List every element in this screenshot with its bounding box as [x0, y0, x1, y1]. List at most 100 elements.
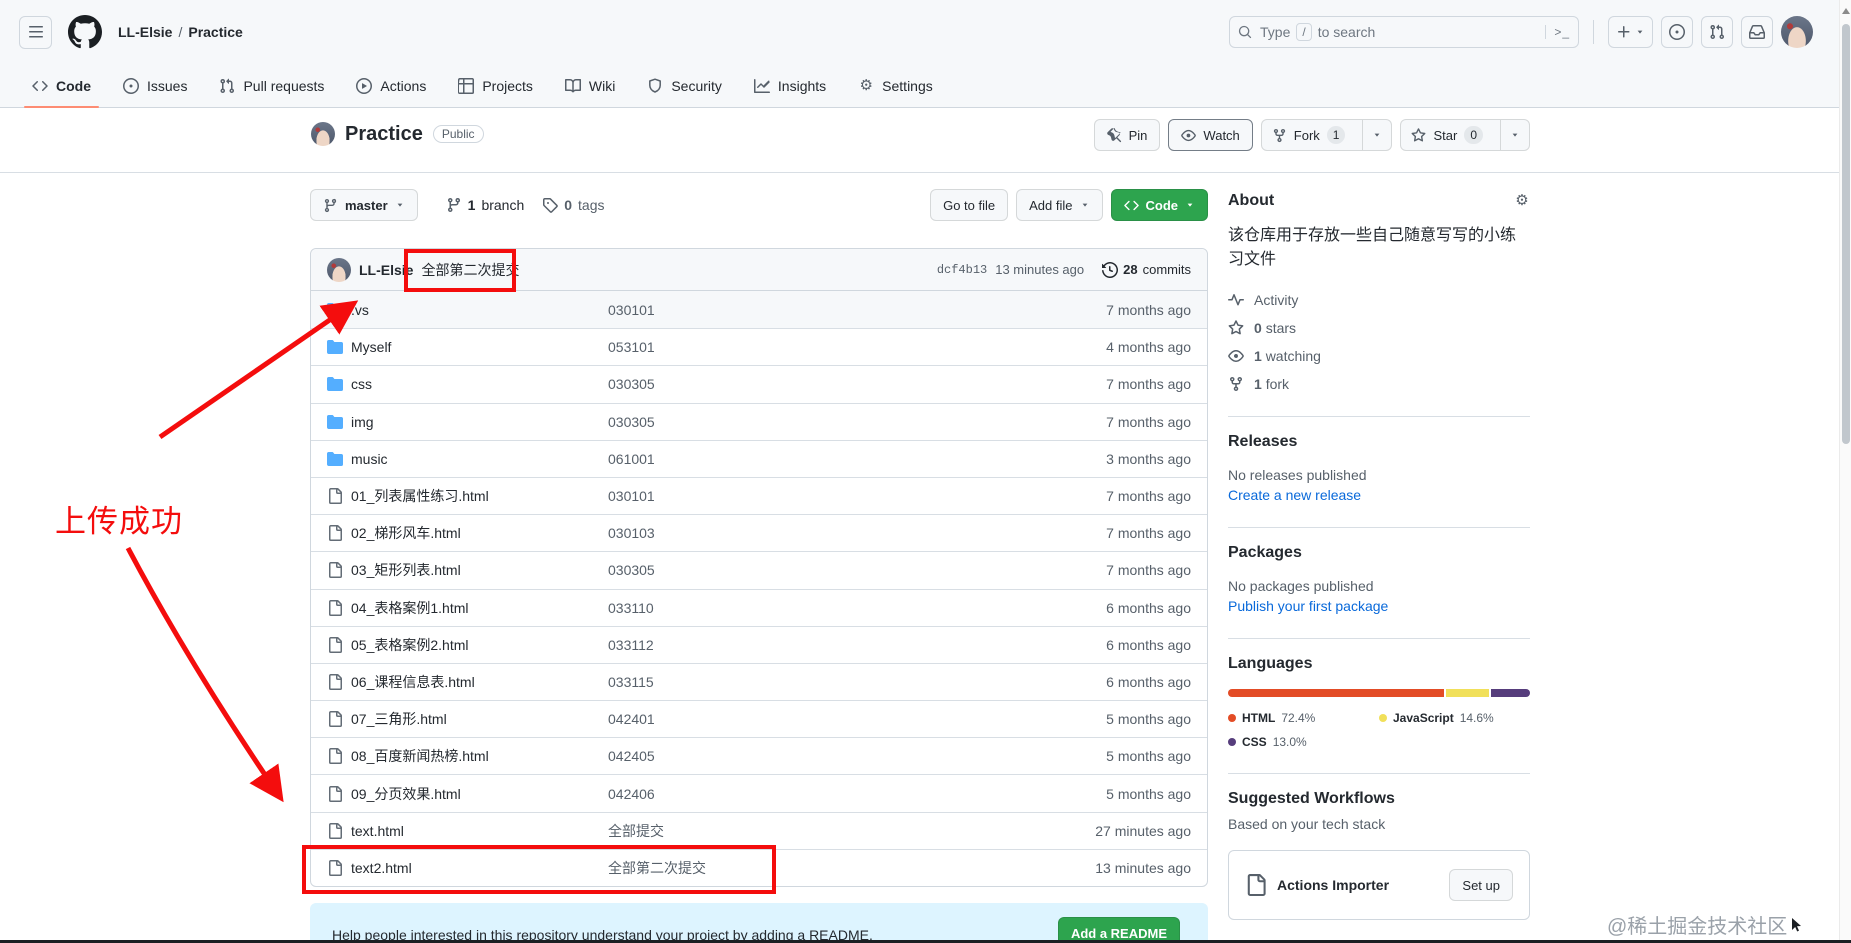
file-commit-message[interactable]: 042401: [608, 711, 1031, 727]
file-commit-time[interactable]: 5 months ago: [1031, 711, 1191, 727]
scrollbar-thumb[interactable]: [1842, 24, 1850, 444]
workflow-setup-button[interactable]: Set up: [1449, 869, 1513, 901]
go-to-file-button[interactable]: Go to file: [930, 189, 1008, 221]
table-row[interactable]: 06_课程信息表.html0331156 months ago: [311, 663, 1207, 700]
file-name[interactable]: 01_列表属性练习.html: [351, 486, 608, 506]
tags-link[interactable]: 0 tags: [542, 197, 604, 213]
repo-owner-avatar[interactable]: [311, 122, 335, 146]
file-commit-message[interactable]: 042405: [608, 748, 1031, 764]
publish-package-link[interactable]: Publish your first package: [1228, 598, 1530, 614]
file-name[interactable]: css: [351, 376, 608, 392]
file-commit-message[interactable]: 061001: [608, 451, 1031, 467]
table-row[interactable]: 05_表格案例2.html0331126 months ago: [311, 626, 1207, 663]
file-commit-message[interactable]: 053101: [608, 339, 1031, 355]
page-title[interactable]: Practice: [345, 123, 423, 146]
tab-issues[interactable]: Issues: [107, 64, 203, 107]
commit-author[interactable]: LL-Elsie: [359, 262, 413, 278]
tab-actions[interactable]: Actions: [340, 64, 442, 107]
branches-link[interactable]: 1 branch: [446, 197, 525, 213]
file-commit-time[interactable]: 7 months ago: [1031, 376, 1191, 392]
command-palette-icon[interactable]: >_: [1545, 25, 1570, 39]
file-name[interactable]: music: [351, 451, 608, 467]
tab-security[interactable]: Security: [631, 64, 738, 107]
language-item-html[interactable]: HTML72.4%: [1228, 711, 1379, 725]
table-row[interactable]: 07_三角形.html0424015 months ago: [311, 700, 1207, 737]
star-button-main[interactable]: Star 0: [1401, 120, 1493, 150]
file-name[interactable]: Myself: [351, 339, 608, 355]
file-commit-time[interactable]: 7 months ago: [1031, 302, 1191, 318]
tab-pull-requests[interactable]: Pull requests: [203, 64, 340, 107]
file-commit-message[interactable]: 030103: [608, 525, 1031, 541]
fork-button-main[interactable]: Fork 1: [1262, 120, 1356, 150]
tab-wiki[interactable]: Wiki: [549, 64, 631, 107]
language-item-javascript[interactable]: JavaScript14.6%: [1379, 711, 1494, 725]
file-name[interactable]: text2.html: [351, 860, 608, 876]
code-button[interactable]: Code: [1111, 189, 1209, 221]
pin-button[interactable]: Pin: [1094, 119, 1161, 151]
file-commit-message[interactable]: 033110: [608, 600, 1031, 616]
file-name[interactable]: text.html: [351, 823, 608, 839]
commit-author-avatar[interactable]: [327, 258, 351, 282]
file-name[interactable]: 02_梯形风车.html: [351, 523, 608, 543]
file-commit-message[interactable]: 033112: [608, 637, 1031, 653]
file-commit-message[interactable]: 030101: [608, 302, 1031, 318]
file-commit-time[interactable]: 6 months ago: [1031, 637, 1191, 653]
scroll-up-arrow-icon[interactable]: [1842, 8, 1850, 14]
file-commit-message[interactable]: 全部提交: [608, 821, 1031, 841]
file-commit-time[interactable]: 13 minutes ago: [1031, 860, 1191, 876]
fork-dropdown[interactable]: [1362, 120, 1391, 150]
table-row[interactable]: 08_百度新闻热榜.html0424055 months ago: [311, 737, 1207, 774]
scrollbar[interactable]: [1839, 0, 1851, 943]
star-dropdown[interactable]: [1500, 120, 1529, 150]
file-commit-time[interactable]: 7 months ago: [1031, 414, 1191, 430]
issues-dashboard-button[interactable]: [1661, 16, 1693, 48]
table-row[interactable]: 03_矩形列表.html0303057 months ago: [311, 551, 1207, 588]
file-commit-message[interactable]: 全部第二次提交: [608, 858, 1031, 878]
file-name[interactable]: 06_课程信息表.html: [351, 672, 608, 692]
user-avatar[interactable]: [1781, 16, 1813, 48]
watch-button[interactable]: Watch: [1168, 119, 1252, 151]
create-release-link[interactable]: Create a new release: [1228, 487, 1530, 503]
pull-requests-dashboard-button[interactable]: [1701, 16, 1733, 48]
file-commit-message[interactable]: 033115: [608, 674, 1031, 690]
file-name[interactable]: 04_表格案例1.html: [351, 598, 608, 618]
gear-icon[interactable]: ⚙: [1514, 193, 1530, 209]
tab-projects[interactable]: Projects: [442, 64, 549, 107]
table-row[interactable]: music0610013 months ago: [311, 440, 1207, 477]
tab-code[interactable]: Code: [16, 64, 107, 107]
file-name[interactable]: 08_百度新闻热榜.html: [351, 746, 608, 766]
breadcrumb-owner[interactable]: LL-Elsie: [118, 24, 172, 40]
table-row[interactable]: 02_梯形风车.html0301037 months ago: [311, 514, 1207, 551]
file-commit-time[interactable]: 7 months ago: [1031, 488, 1191, 504]
add-file-button[interactable]: Add file: [1016, 189, 1102, 221]
table-row[interactable]: img0303057 months ago: [311, 403, 1207, 440]
notifications-button[interactable]: [1741, 16, 1773, 48]
table-row[interactable]: 09_分页效果.html0424065 months ago: [311, 774, 1207, 811]
file-commit-time[interactable]: 7 months ago: [1031, 525, 1191, 541]
github-logo-icon[interactable]: [68, 15, 102, 49]
file-commit-time[interactable]: 6 months ago: [1031, 674, 1191, 690]
branch-selector[interactable]: master: [310, 189, 418, 221]
tab-settings[interactable]: ⚙Settings: [842, 64, 949, 107]
commit-history-link[interactable]: 28 commits: [1102, 262, 1191, 278]
file-commit-time[interactable]: 3 months ago: [1031, 451, 1191, 467]
file-commit-message[interactable]: 030305: [608, 376, 1031, 392]
table-row[interactable]: .vs0301017 months ago: [311, 291, 1207, 328]
breadcrumb-repo[interactable]: Practice: [188, 24, 242, 40]
language-item-css[interactable]: CSS13.0%: [1228, 735, 1379, 749]
file-commit-time[interactable]: 5 months ago: [1031, 748, 1191, 764]
file-name[interactable]: 07_三角形.html: [351, 709, 608, 729]
table-row[interactable]: text.html全部提交27 minutes ago: [311, 812, 1207, 849]
repo-stat-fork[interactable]: 1 fork: [1228, 376, 1530, 392]
file-commit-time[interactable]: 6 months ago: [1031, 600, 1191, 616]
file-commit-time[interactable]: 4 months ago: [1031, 339, 1191, 355]
tab-insights[interactable]: Insights: [738, 64, 842, 107]
table-row[interactable]: 04_表格案例1.html0331106 months ago: [311, 589, 1207, 626]
table-row[interactable]: css0303057 months ago: [311, 365, 1207, 402]
file-commit-message[interactable]: 030305: [608, 414, 1031, 430]
file-name[interactable]: 09_分页效果.html: [351, 784, 608, 804]
create-new-button[interactable]: [1608, 16, 1653, 48]
file-commit-time[interactable]: 5 months ago: [1031, 786, 1191, 802]
search-input[interactable]: Type / to search >_: [1229, 16, 1579, 48]
file-commit-time[interactable]: 7 months ago: [1031, 562, 1191, 578]
